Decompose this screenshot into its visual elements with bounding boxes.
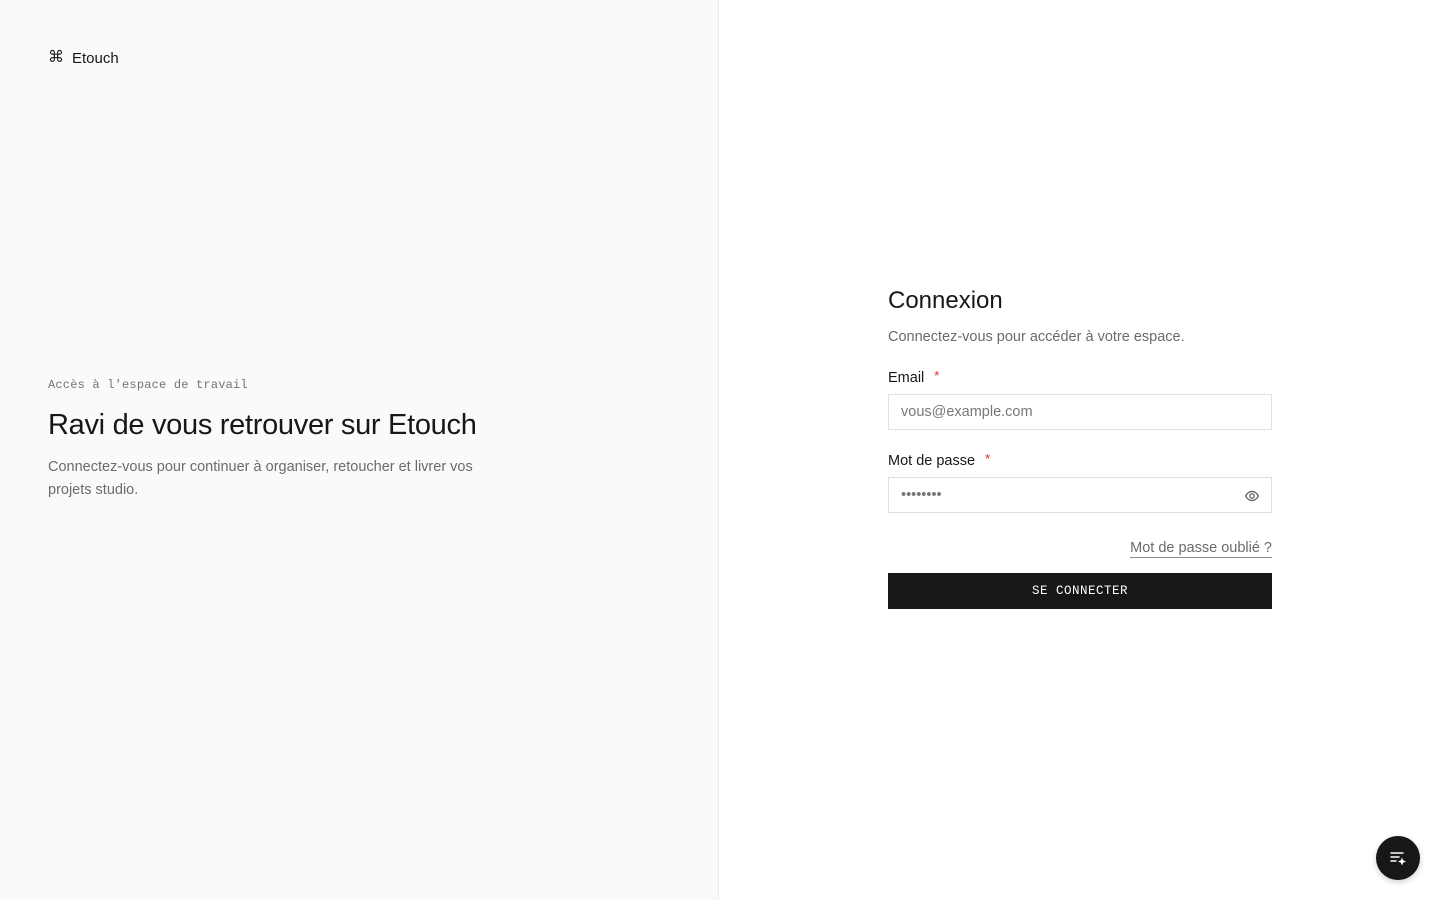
password-field-wrapper [888, 477, 1272, 513]
hero-subtitle: Connectez-vous pour continuer à organise… [48, 459, 473, 498]
password-required-mark: * [985, 450, 991, 466]
login-button[interactable]: SE CONNECTER [888, 573, 1272, 609]
eye-icon[interactable] [1244, 488, 1260, 504]
left-panel: ⌘ Etouch Accès à l'espace de travail Rav… [0, 0, 719, 900]
password-label-text: Mot de passe [888, 453, 976, 469]
command-icon: ⌘ [48, 49, 64, 66]
email-label-text: Email [888, 370, 925, 386]
list-sparkle-icon [1388, 848, 1408, 868]
login-form: Connexion Connectez-vous pour accéder à … [888, 286, 1272, 609]
brand-name: Etouch [72, 49, 119, 67]
assistant-button[interactable] [1376, 836, 1420, 880]
password-label: Mot de passe * [888, 451, 1272, 471]
hero-title: Ravi de vous retrouver sur Etouch [48, 409, 477, 441]
forgot-password-link[interactable]: Mot de passe oublié ? [1130, 540, 1272, 558]
email-field-wrapper [888, 394, 1272, 430]
forgot-row: Mot de passe oublié ? [888, 539, 1272, 559]
email-field[interactable] [901, 404, 1259, 420]
right-panel: Connexion Connectez-vous pour accéder à … [720, 0, 1440, 900]
password-field[interactable] [901, 487, 1259, 503]
hero-eyebrow: Accès à l'espace de travail [48, 378, 248, 392]
brand[interactable]: ⌘ Etouch [48, 48, 119, 68]
hero: Accès à l'espace de travail Ravi de vous… [48, 378, 488, 502]
form-subtitle: Connectez-vous pour accéder à votre espa… [888, 329, 1185, 345]
form-title: Connexion [888, 287, 1003, 314]
email-label: Email * [888, 368, 1272, 388]
email-required-mark: * [934, 367, 940, 383]
